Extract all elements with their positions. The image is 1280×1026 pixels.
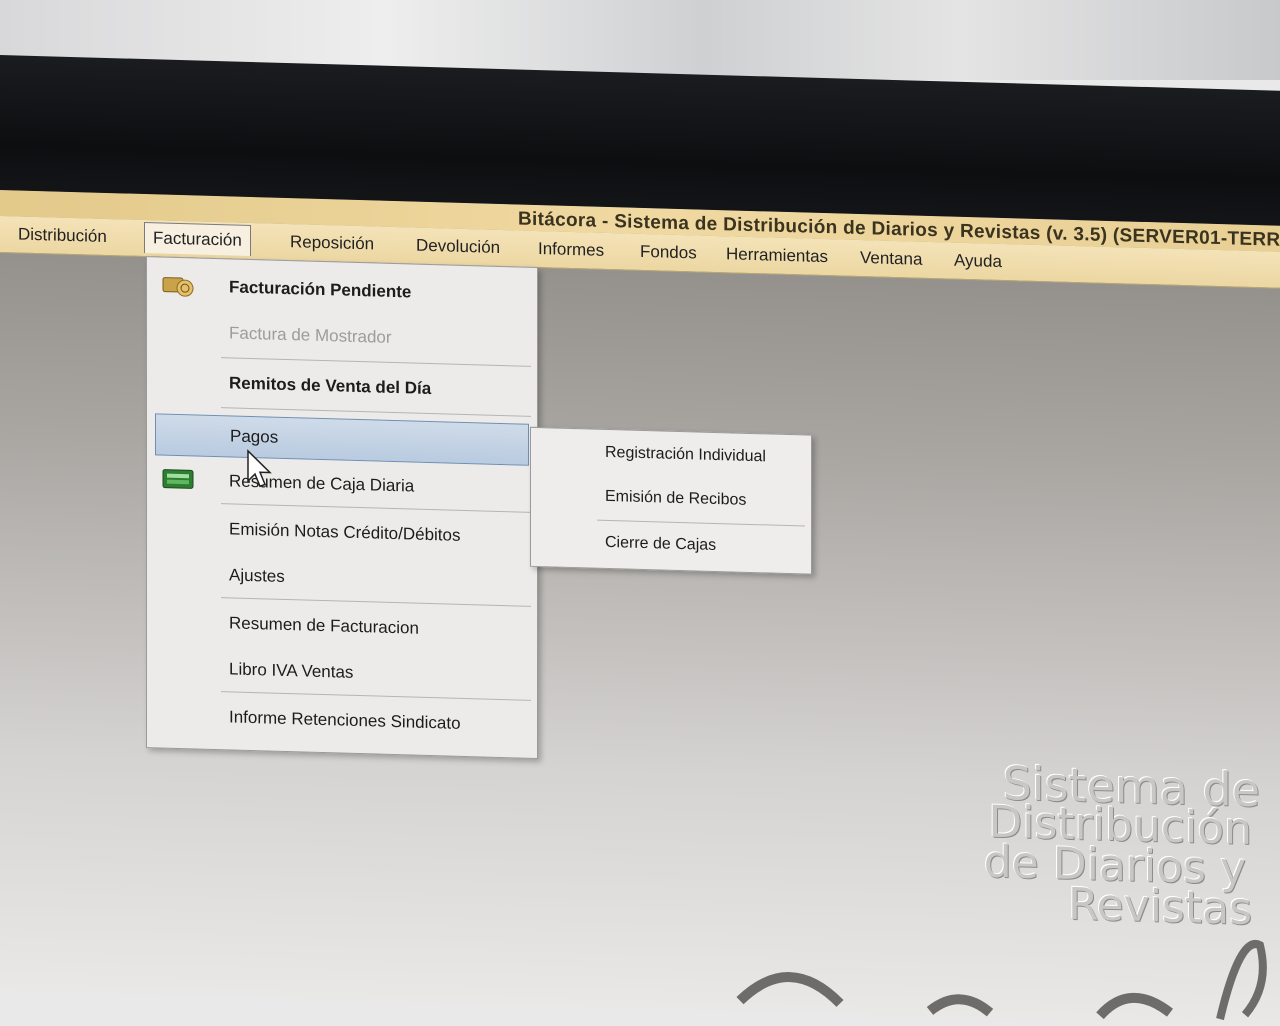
menu-item-pagos[interactable]: Pagos xyxy=(155,413,529,466)
submenu-item-emision-recibos[interactable]: Emisión de Recibos xyxy=(605,488,746,510)
logo-swoosh-icon xyxy=(736,940,1267,1021)
menu-item-facturacion-pendiente[interactable]: Facturación Pendiente xyxy=(147,267,537,312)
pagos-submenu: Registración Individual Emisión de Recib… xyxy=(530,426,812,575)
menu-devolucion[interactable]: Devolución xyxy=(410,233,506,260)
menu-item-label: Remitos de Venta del Día xyxy=(229,373,432,399)
menu-item-libro-iva-ventas[interactable]: Libro IVA Ventas xyxy=(147,649,537,694)
submenu-item-registracion-individual[interactable]: Registración Individual xyxy=(605,444,766,466)
menu-item-ajustes[interactable]: Ajustes xyxy=(147,555,537,600)
menu-item-resumen-caja-diaria[interactable]: Resumen de Caja Diaria xyxy=(147,461,537,506)
menu-separator xyxy=(221,503,531,513)
menu-item-emision-notas[interactable]: Emisión Notas Crédito/Débitos xyxy=(147,509,537,554)
menu-separator xyxy=(221,407,531,417)
menu-ventana[interactable]: Ventana xyxy=(854,246,928,272)
menu-item-label: Resumen de Facturacion xyxy=(229,613,419,638)
menu-item-label: Factura de Mostrador xyxy=(229,323,392,347)
app-screen: Bitácora - Sistema de Distribución de Di… xyxy=(0,190,1280,1026)
money-icon xyxy=(161,271,195,298)
menu-item-label: Ajustes xyxy=(229,565,285,586)
menu-separator xyxy=(221,691,531,701)
menu-informes[interactable]: Informes xyxy=(532,237,610,263)
menu-separator xyxy=(221,357,531,367)
menu-item-resumen-facturacion[interactable]: Resumen de Facturacion xyxy=(147,603,537,648)
menu-item-label: Libro IVA Ventas xyxy=(229,659,354,682)
facturacion-dropdown: Facturación Pendiente Factura de Mostrad… xyxy=(146,256,538,760)
menu-ayuda[interactable]: Ayuda xyxy=(948,248,1008,274)
menu-facturacion[interactable]: Facturación xyxy=(144,222,251,257)
mouse-pointer-icon xyxy=(246,449,276,490)
submenu-item-cierre-cajas[interactable]: Cierre de Cajas xyxy=(605,534,716,555)
menu-item-factura-mostrador: Factura de Mostrador xyxy=(147,313,537,358)
cash-register-icon xyxy=(161,465,195,492)
menu-distribucion[interactable]: Distribución xyxy=(12,222,113,249)
menu-item-remitos-venta[interactable]: Remitos de Venta del Día xyxy=(147,363,537,408)
menu-item-label: Emisión Notas Crédito/Débitos xyxy=(229,519,461,545)
menu-herramientas[interactable]: Herramientas xyxy=(720,242,834,269)
menu-fondos[interactable]: Fondos xyxy=(634,240,703,266)
menu-item-label: Pagos xyxy=(230,426,279,447)
menu-item-informe-retenciones[interactable]: Informe Retenciones Sindicato xyxy=(147,697,537,742)
menu-reposicion[interactable]: Reposición xyxy=(284,230,380,257)
menu-item-label: Informe Retenciones Sindicato xyxy=(229,707,461,733)
menu-separator xyxy=(221,597,531,607)
brand-watermark: Sistema de Distribución de Diarios y Rev… xyxy=(984,756,1260,935)
menu-separator xyxy=(597,519,805,527)
menu-item-label: Facturación Pendiente xyxy=(229,277,412,302)
